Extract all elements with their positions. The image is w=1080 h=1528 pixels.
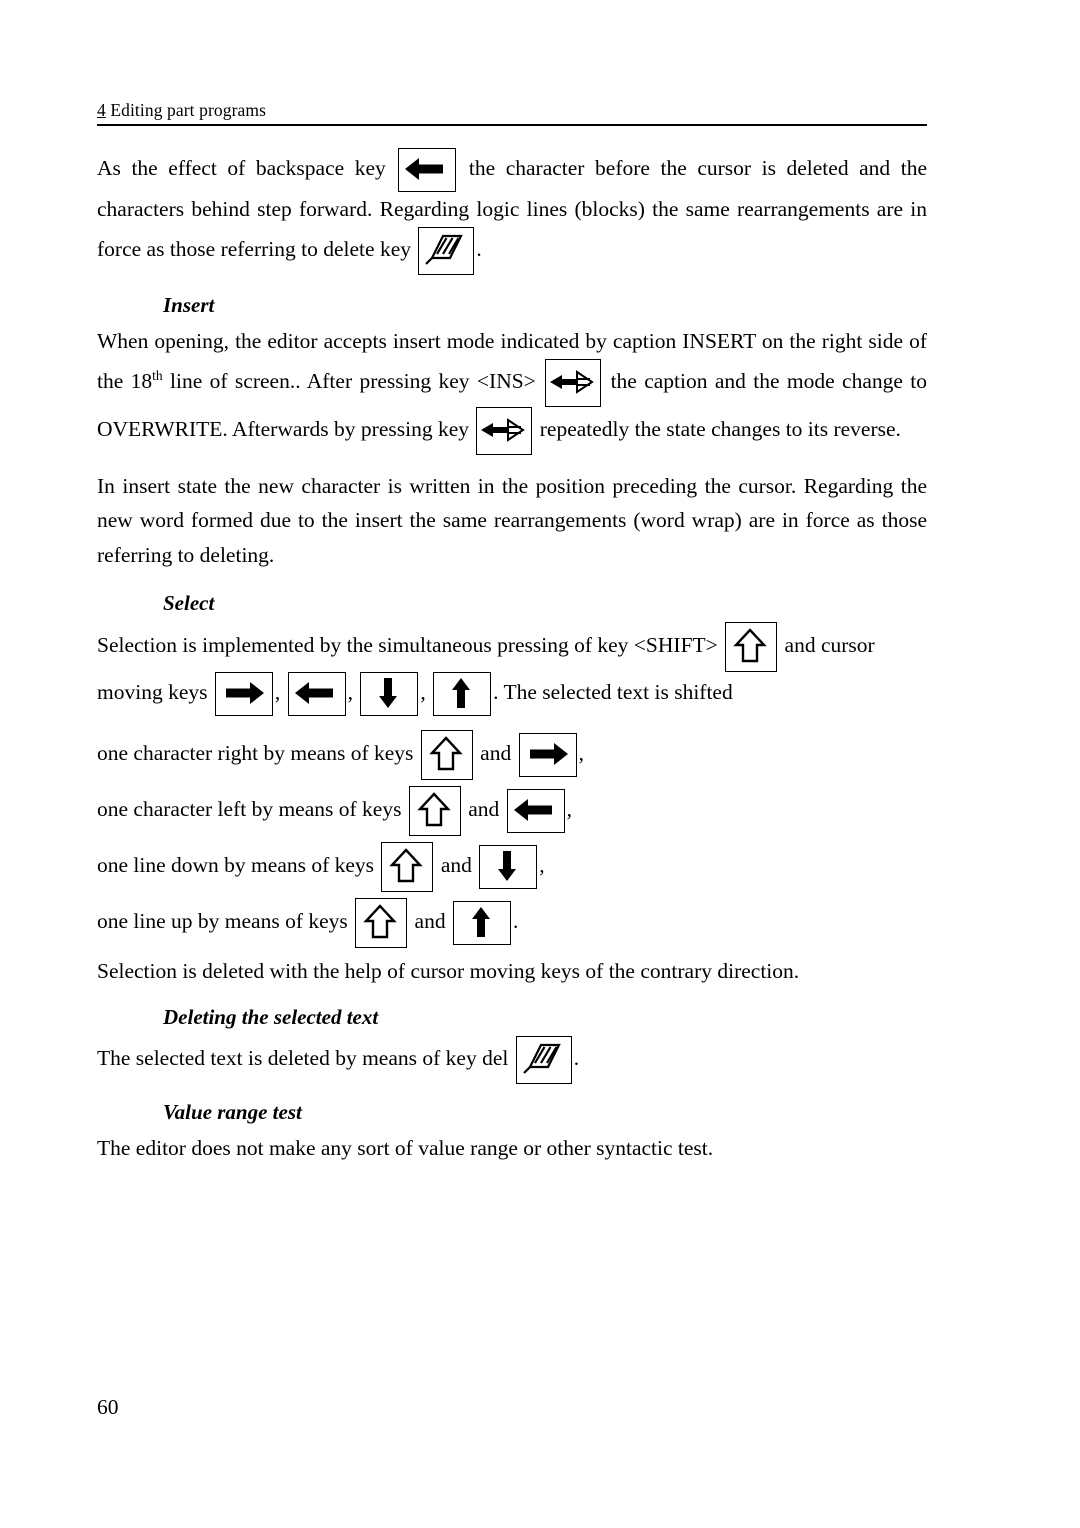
line-right-end: , xyxy=(578,741,584,766)
section-heading-select: Select xyxy=(163,591,215,616)
paragraph-delete-selected: The selected text is deleted by means of… xyxy=(97,1035,927,1084)
shift-key-icon xyxy=(381,842,434,893)
line-one-character-left: one character left by means of keys and … xyxy=(97,786,927,837)
shift-key-icon xyxy=(725,622,778,673)
section-heading-insert: Insert xyxy=(163,292,215,317)
line-one-line-up: one line up by means of keys and . xyxy=(97,898,927,949)
paragraph-insert-text-d: repeatedly the state changes to its reve… xyxy=(539,416,901,441)
paragraph-insert: When opening, the editor accepts insert … xyxy=(97,324,927,455)
paragraph-delete-selected-end: . xyxy=(573,1045,580,1070)
backspace-key-icon xyxy=(398,148,457,192)
right-arrow-key-icon xyxy=(214,672,273,717)
down-arrow-key-icon xyxy=(479,845,538,890)
line-one-character-right: one character right by means of keys and… xyxy=(97,730,927,781)
shift-key-icon xyxy=(420,730,473,781)
paragraph-backspace-text-c: . xyxy=(476,236,482,261)
line-right-text: one character right by means of keys xyxy=(97,741,414,766)
down-arrow-key-icon xyxy=(360,672,419,717)
shift-key-icon xyxy=(355,898,408,949)
line-left-text: one character left by means of keys xyxy=(97,797,402,822)
paragraph-selection-deleted: Selection is deleted with the help of cu… xyxy=(97,959,800,984)
line-up-end: . xyxy=(512,909,519,934)
header-rule xyxy=(97,124,927,126)
up-arrow-key-icon xyxy=(433,672,492,717)
paragraph-value-range: The editor does not make any sort of val… xyxy=(97,1135,714,1160)
line-left-end: , xyxy=(566,797,572,822)
shift-key-icon xyxy=(408,786,461,837)
line-up-and: and xyxy=(414,909,446,934)
line-down-text: one line down by means of keys xyxy=(97,853,375,878)
header-chapter-number: 4 xyxy=(97,100,106,120)
paragraph-select-comma-1: , xyxy=(274,680,281,705)
paragraph-backspace: As the effect of backspace key the chara… xyxy=(97,148,927,275)
line-right-and: and xyxy=(480,741,512,766)
header-chapter-title: Editing part programs xyxy=(105,100,267,120)
paragraph-backspace-text-a: As the effect of backspace key xyxy=(97,155,386,180)
delete-key-icon xyxy=(515,1035,572,1084)
paragraph-select-text-a: Selection is implemented by the simultan… xyxy=(97,633,718,658)
right-arrow-key-icon xyxy=(518,733,577,778)
paragraph-select-text-c: . The selected text is shifted xyxy=(493,680,733,705)
left-arrow-key-icon xyxy=(287,672,346,717)
line-one-line-down: one line down by means of keys and , xyxy=(97,842,927,893)
line-down-end: , xyxy=(539,853,545,878)
page-content: 4 Editing part programs As the effect of… xyxy=(97,100,927,1180)
overwrite-key-icon xyxy=(476,406,533,455)
section-heading-value-range-test: Value range test xyxy=(163,1099,302,1124)
paragraph-delete-selected-text: The selected text is deleted by means of… xyxy=(97,1045,509,1070)
delete-key-icon xyxy=(418,226,475,275)
line-down-and: and xyxy=(440,853,472,878)
document-page: 4 Editing part programs As the effect of… xyxy=(0,0,1080,1528)
paragraph-insert-text-b: line of screen.. After pressing key <INS… xyxy=(162,368,536,393)
left-arrow-key-icon xyxy=(506,789,565,834)
paragraph-select-comma-2: , xyxy=(347,680,353,705)
insert-key-icon xyxy=(545,358,602,407)
ordinal-suffix: th xyxy=(152,367,163,383)
up-arrow-key-icon xyxy=(452,901,511,946)
paragraph-insert-state: In insert state the new character is wri… xyxy=(97,473,927,568)
paragraph-select-comma-3: , xyxy=(420,680,426,705)
line-up-text: one line up by means of keys xyxy=(97,909,348,934)
line-left-and: and xyxy=(468,797,500,822)
page-number: 60 xyxy=(97,1395,119,1419)
section-heading-deleting-selected-text: Deleting the selected text xyxy=(163,1004,379,1029)
running-header: 4 Editing part programs xyxy=(97,100,927,124)
paragraph-select: Selection is implemented by the simultan… xyxy=(97,622,927,717)
